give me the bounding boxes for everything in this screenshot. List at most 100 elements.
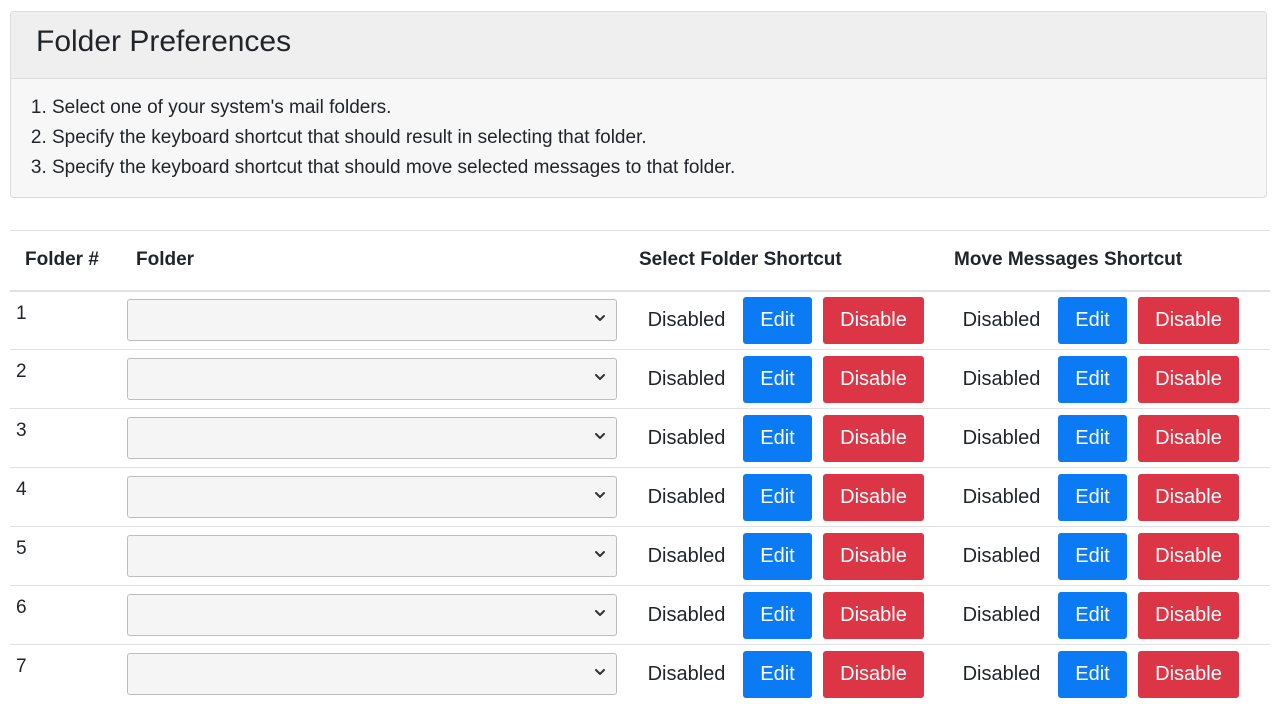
move-shortcut-edit-button[interactable]: Edit (1058, 296, 1127, 344)
folder-number: 2 (16, 361, 27, 382)
select-shortcut-cell: Disabled Edit Disable (626, 645, 941, 704)
select-shortcut-edit-button[interactable]: Edit (743, 532, 812, 580)
card-body: Select one of your system's mail folders… (11, 79, 1266, 183)
chevron-down-icon (595, 492, 605, 498)
move-shortcut-status: Disabled (962, 426, 1041, 449)
move-shortcut-edit-button[interactable]: Edit (1058, 473, 1127, 521)
folder-select[interactable] (127, 535, 617, 577)
move-shortcut-edit-button[interactable]: Edit (1058, 650, 1127, 698)
page-title: Folder Preferences (36, 25, 292, 58)
move-shortcut-cell: Disabled Edit Disable (941, 527, 1270, 586)
folder-select[interactable] (127, 653, 617, 696)
move-shortcut-status: Disabled (962, 308, 1041, 331)
folder-cell (121, 409, 626, 468)
move-shortcut-cell: Disabled Edit Disable (941, 291, 1270, 350)
move-shortcut-cell: Disabled Edit Disable (941, 350, 1270, 409)
table-row: 7 Disabled Edit Disable Disabled Edit Di… (10, 645, 1270, 704)
select-shortcut-cell: Disabled Edit Disable (626, 350, 941, 409)
header-move-shortcut: Move Messages Shortcut (954, 249, 1183, 271)
table-row: 3 Disabled Edit Disable Disabled Edit Di… (10, 409, 1270, 468)
folder-select[interactable] (127, 299, 617, 342)
move-shortcut-cell: Disabled Edit Disable (941, 468, 1270, 527)
header-select-shortcut: Select Folder Shortcut (639, 249, 842, 271)
select-shortcut-cell: Disabled Edit Disable (626, 468, 941, 527)
select-shortcut-status: Disabled (647, 367, 726, 390)
folder-number: 1 (16, 302, 27, 324)
folder-select[interactable] (127, 417, 617, 459)
select-shortcut-edit-button[interactable]: Edit (743, 414, 812, 462)
move-shortcut-cell: Disabled Edit Disable (941, 586, 1270, 645)
select-shortcut-status: Disabled (647, 426, 726, 449)
folder-cell (121, 586, 626, 645)
select-shortcut-disable-button[interactable]: Disable (823, 473, 924, 521)
move-shortcut-disable-button[interactable]: Disable (1138, 414, 1239, 462)
select-shortcut-edit-button[interactable]: Edit (743, 650, 812, 698)
table-row: 1 Disabled Edit Disable Disabled Edit Di… (10, 291, 1270, 350)
folder-cell (121, 350, 626, 409)
select-shortcut-disable-button[interactable]: Disable (823, 650, 924, 698)
chevron-down-icon (595, 315, 605, 322)
instructions-list: Select one of your system's mail folders… (11, 93, 1266, 183)
select-shortcut-disable-button[interactable]: Disable (823, 355, 924, 403)
move-shortcut-disable-button[interactable]: Disable (1138, 591, 1239, 639)
folder-number: 6 (16, 597, 27, 618)
chevron-down-icon (595, 669, 605, 676)
move-shortcut-disable-button[interactable]: Disable (1138, 355, 1239, 403)
move-shortcut-edit-button[interactable]: Edit (1058, 355, 1127, 403)
move-shortcut-edit-button[interactable]: Edit (1058, 414, 1127, 462)
move-shortcut-cell: Disabled Edit Disable (941, 409, 1270, 468)
table-row: 6 Disabled Edit Disable Disabled Edit Di… (10, 586, 1270, 645)
select-shortcut-status: Disabled (647, 544, 726, 567)
card-header: Folder Preferences (11, 12, 1266, 79)
folder-select[interactable] (127, 358, 617, 400)
header-folder-num: Folder # (25, 249, 99, 271)
move-shortcut-disable-button[interactable]: Disable (1138, 650, 1239, 698)
folder-select[interactable] (127, 476, 617, 518)
move-shortcut-edit-button[interactable]: Edit (1058, 532, 1127, 580)
chevron-down-icon (595, 551, 605, 557)
folder-number: 7 (16, 656, 27, 677)
move-shortcut-status: Disabled (962, 662, 1041, 685)
move-shortcut-status: Disabled (962, 603, 1041, 626)
chevron-down-icon (595, 433, 605, 439)
select-shortcut-cell: Disabled Edit Disable (626, 291, 941, 350)
move-shortcut-disable-button[interactable]: Disable (1138, 532, 1239, 580)
select-shortcut-disable-button[interactable]: Disable (823, 296, 924, 344)
select-shortcut-status: Disabled (647, 308, 726, 331)
instruction-step: Specify the keyboard shortcut that shoul… (52, 123, 1266, 153)
folder-cell (121, 645, 626, 704)
move-shortcut-edit-button[interactable]: Edit (1058, 591, 1127, 639)
select-shortcut-disable-button[interactable]: Disable (823, 591, 924, 639)
move-shortcut-disable-button[interactable]: Disable (1138, 473, 1239, 521)
folders-table-wrapper: Folder # Folder Select Folder Shortcut M… (10, 230, 1270, 704)
folder-preferences-page: Folder Preferences Select one of your sy… (0, 0, 1280, 704)
select-shortcut-disable-button[interactable]: Disable (823, 532, 924, 580)
folder-select[interactable] (127, 594, 617, 636)
table-row: 5 Disabled Edit Disable Disabled Edit Di… (10, 527, 1270, 586)
table-row: 4 Disabled Edit Disable Disabled Edit Di… (10, 468, 1270, 527)
select-shortcut-status: Disabled (647, 662, 726, 685)
instructions-card: Folder Preferences Select one of your sy… (10, 11, 1267, 198)
folder-cell (121, 468, 626, 527)
chevron-down-icon (595, 374, 605, 380)
move-shortcut-disable-button[interactable]: Disable (1138, 296, 1239, 344)
folder-number: 3 (16, 420, 27, 441)
select-shortcut-edit-button[interactable]: Edit (743, 473, 812, 521)
select-shortcut-cell: Disabled Edit Disable (626, 527, 941, 586)
select-shortcut-edit-button[interactable]: Edit (743, 296, 812, 344)
table-header-row: Folder # Folder Select Folder Shortcut M… (10, 230, 1270, 291)
move-shortcut-status: Disabled (962, 485, 1041, 508)
select-shortcut-status: Disabled (647, 485, 726, 508)
move-shortcut-cell: Disabled Edit Disable (941, 645, 1270, 704)
select-shortcut-disable-button[interactable]: Disable (823, 414, 924, 462)
select-shortcut-status: Disabled (647, 603, 726, 626)
folder-number: 5 (16, 538, 27, 559)
select-shortcut-edit-button[interactable]: Edit (743, 591, 812, 639)
move-shortcut-status: Disabled (962, 367, 1041, 390)
folder-cell (121, 527, 626, 586)
select-shortcut-cell: Disabled Edit Disable (626, 586, 941, 645)
select-shortcut-edit-button[interactable]: Edit (743, 355, 812, 403)
instruction-step: Select one of your system's mail folders… (52, 93, 1266, 123)
table-row: 2 Disabled Edit Disable Disabled Edit Di… (10, 350, 1270, 409)
chevron-down-icon (595, 610, 605, 616)
